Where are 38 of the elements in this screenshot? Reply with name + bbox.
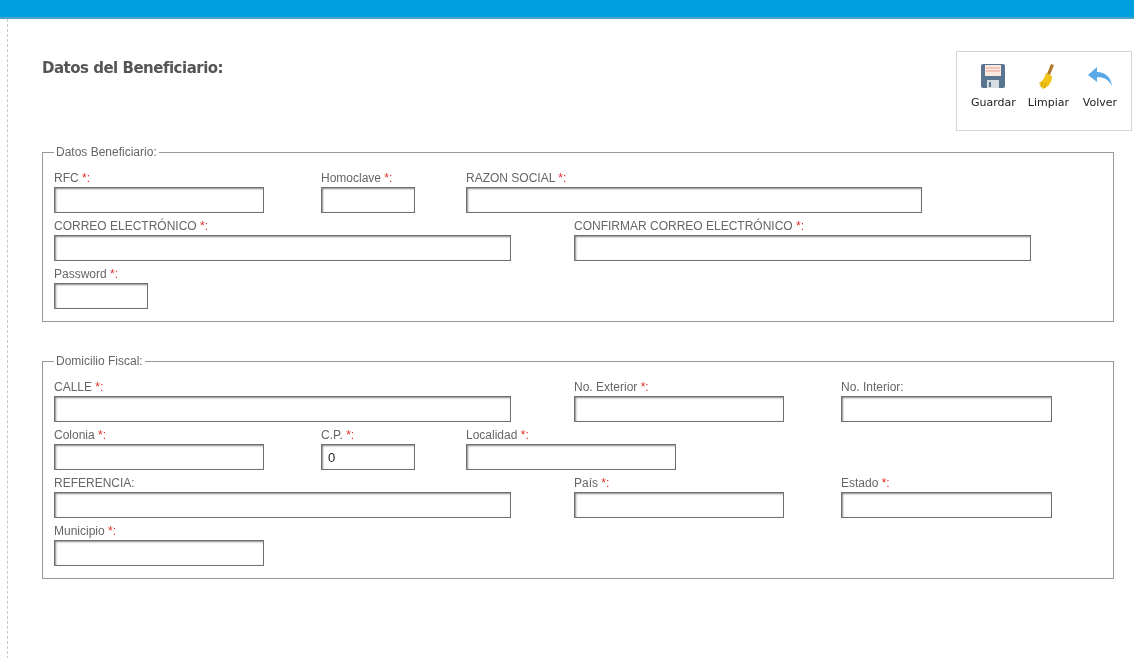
field-label: Localidad *: [466, 427, 530, 444]
input-field[interactable] [54, 187, 264, 213]
field-label: CORREO ELECTRÓNICO *: [54, 217, 210, 235]
field-label: REFERENCIA: [54, 475, 136, 492]
input-field[interactable] [54, 283, 148, 309]
field-label: País *: [574, 475, 611, 492]
input-field[interactable] [54, 540, 264, 566]
field-label: Estado *: [841, 475, 891, 492]
input-field[interactable] [574, 396, 784, 422]
field-label: CALLE *: [54, 379, 105, 396]
input-field[interactable] [841, 396, 1052, 422]
field-label: No. Interior: [841, 379, 905, 396]
section-legend: Domicilio Fiscal: [54, 354, 145, 368]
save-button[interactable]: Guardar [965, 62, 1022, 122]
input-field[interactable]: 0 [321, 444, 415, 470]
input-field[interactable] [841, 492, 1052, 518]
field-label: Colonia *: [54, 427, 108, 444]
input-field[interactable] [574, 235, 1031, 261]
input-field[interactable] [321, 187, 415, 213]
clear-button[interactable]: Limpiar [1021, 62, 1075, 122]
input-field[interactable] [54, 492, 511, 518]
input-field[interactable] [54, 235, 511, 261]
back-button[interactable]: Volver [1075, 62, 1125, 122]
input-field[interactable] [466, 444, 676, 470]
field-label: RAZON SOCIAL *: [466, 170, 568, 187]
field-label: C.P. *: [321, 427, 356, 444]
field-label: Municipio *: [54, 523, 118, 540]
field-label: CONFIRMAR CORREO ELECTRÓNICO *: [574, 217, 806, 235]
field-label: No. Exterior *: [574, 379, 650, 396]
section-legend: Datos Beneficiario: [54, 145, 159, 159]
field-label: Homoclave *: [321, 170, 394, 187]
input-field[interactable] [54, 444, 264, 470]
input-field[interactable] [54, 396, 511, 422]
field-label: Password *: [54, 266, 120, 283]
input-field[interactable] [466, 187, 922, 213]
input-field[interactable] [574, 492, 784, 518]
page-title: Datos del Beneficiario: [42, 59, 224, 77]
field-label: RFC *: [54, 170, 91, 187]
